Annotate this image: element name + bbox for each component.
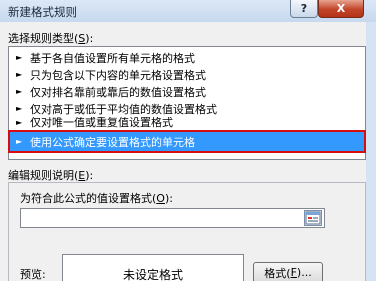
list-arrow-icon: ► <box>16 70 23 79</box>
formula-input[interactable] <box>20 208 325 228</box>
list-item-rule-2[interactable]: ► 只为包含以下内容的单元格设置格式 <box>10 66 364 83</box>
list-arrow-icon: ► <box>16 137 23 146</box>
list-item-rule-4[interactable]: ► 仅对高于或低于平均值的数值设置格式 <box>10 100 364 117</box>
preview-box: 未设定格式 <box>62 254 244 281</box>
list-item-label: 基于各自值设置所有单元格的格式 <box>30 51 195 65</box>
list-item-rule-6[interactable]: ► 使用公式确定要设置格式的单元格 <box>8 130 366 153</box>
window-title: 新建格式规则 <box>8 5 77 19</box>
format-button[interactable]: 格式(F)... <box>253 262 323 281</box>
help-icon: ? <box>300 2 308 15</box>
list-item-rule-5[interactable]: ► 仅对唯一值或重复值设置格式 <box>10 117 364 128</box>
list-item-label: 仅对排名靠前或靠后的数值设置格式 <box>30 85 206 99</box>
edit-rule-description-label: 编辑规则说明(E): <box>8 169 94 182</box>
new-format-rule-dialog: 选择规则类型(S): ► 基于各自值设置所有单元格的格式 ► 只为包含以下内容的… <box>0 22 376 281</box>
list-item-label: 只为包含以下内容的单元格设置格式 <box>30 68 206 82</box>
list-item-rule-1[interactable]: ► 基于各自值设置所有单元格的格式 <box>10 49 364 66</box>
formula-label: 为符合此公式的值设置格式(O): <box>20 192 173 205</box>
help-button[interactable]: ? <box>290 0 318 18</box>
collapse-dialog-icon <box>305 211 321 225</box>
close-icon: X <box>336 2 346 15</box>
preview-label: 预览: <box>20 268 46 281</box>
list-arrow-icon: ► <box>16 87 23 96</box>
list-item-rule-3[interactable]: ► 仅对排名靠前或靠后的数值设置格式 <box>10 83 364 100</box>
close-button[interactable]: X <box>318 0 364 18</box>
rule-type-label: 选择规则类型(S): <box>8 32 94 45</box>
list-arrow-icon: ► <box>16 118 23 127</box>
preview-text: 未设定格式 <box>122 267 183 281</box>
list-arrow-icon: ► <box>16 104 23 113</box>
list-item-label: 仅对高于或低于平均值的数值设置格式 <box>30 102 217 116</box>
collapse-dialog-button[interactable] <box>304 210 322 226</box>
list-arrow-icon: ► <box>16 53 23 62</box>
title-bar: 新建格式规则 ? X <box>0 0 376 22</box>
list-item-label: 使用公式确定要设置格式的单元格 <box>30 135 195 149</box>
window-edge <box>366 22 376 281</box>
rule-type-list[interactable]: ► 基于各自值设置所有单元格的格式 ► 只为包含以下内容的单元格设置格式 ► 仅… <box>8 46 366 160</box>
list-item-label: 仅对唯一值或重复值设置格式 <box>30 117 173 128</box>
